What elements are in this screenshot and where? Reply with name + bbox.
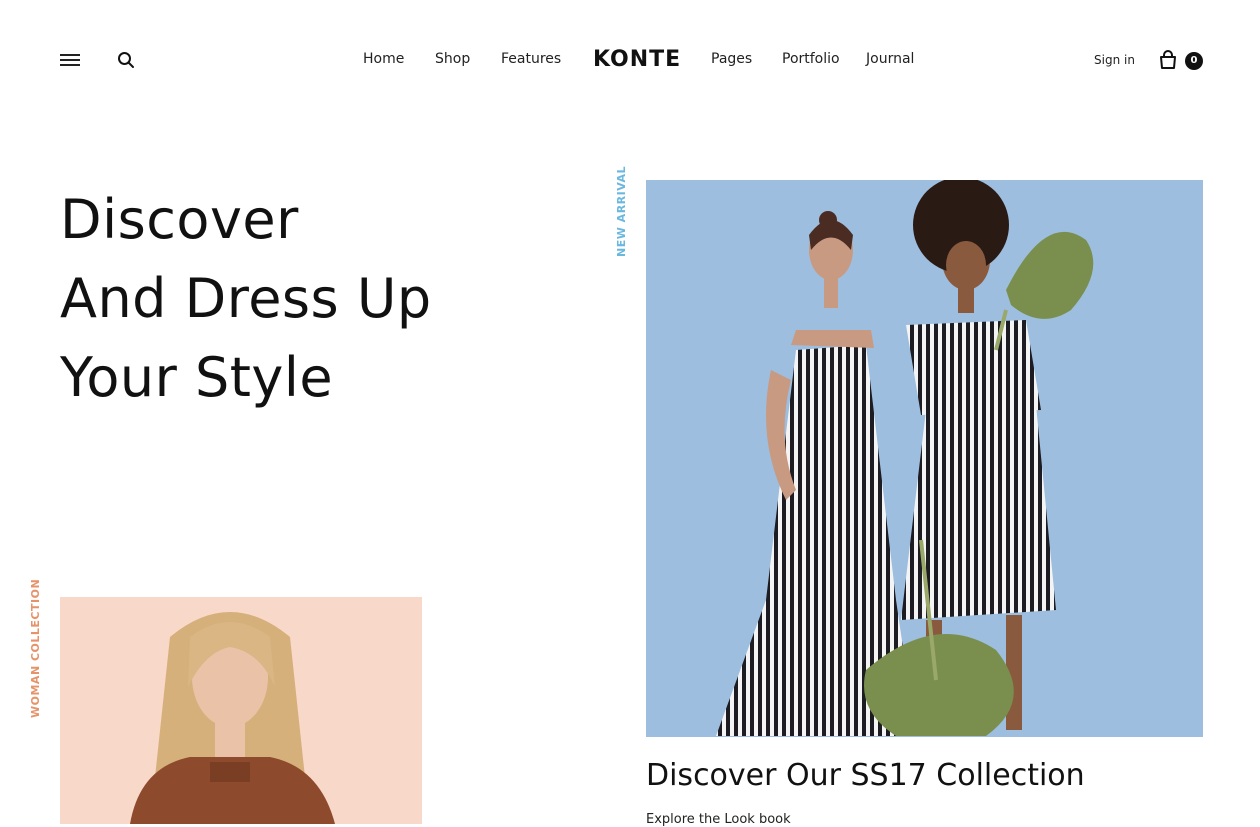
nav-home[interactable]: Home	[363, 51, 404, 67]
models-striped-dresses-image	[716, 180, 1094, 736]
sign-in-link[interactable]: Sign in	[1094, 53, 1135, 67]
search-icon[interactable]	[117, 51, 135, 69]
nav-features[interactable]: Features	[501, 51, 561, 67]
cart-count-badge: 0	[1185, 52, 1203, 70]
nav-shop[interactable]: Shop	[435, 51, 470, 67]
site-logo[interactable]: KONTE	[593, 47, 681, 72]
hero-line-2: And Dress Up	[60, 267, 432, 330]
nav-portfolio[interactable]: Portfolio	[782, 51, 840, 67]
site-header: Home Shop Features KONTE Pages Portfolio…	[0, 0, 1260, 120]
hamburger-menu-icon[interactable]	[60, 54, 80, 68]
nav-journal[interactable]: Journal	[866, 51, 914, 67]
woman-portrait-image	[130, 612, 335, 824]
hero-line-1: Discover	[60, 188, 299, 251]
new-arrival-label: NEW ARRIVAL	[615, 165, 628, 257]
collection-subtitle: Explore the Look book	[646, 812, 791, 827]
nav-pages[interactable]: Pages	[711, 51, 752, 67]
shopping-bag-icon[interactable]	[1158, 50, 1178, 70]
woman-collection-label: WOMAN COLLECTION	[29, 578, 42, 718]
woman-collection-photo[interactable]	[60, 597, 422, 824]
collection-title[interactable]: Discover Our SS17 Collection	[646, 758, 1085, 793]
new-arrival-photo[interactable]	[646, 180, 1203, 737]
hero-line-3: Your Style	[60, 346, 334, 409]
hero-title: Discover And Dress Up Your Style	[60, 180, 432, 417]
